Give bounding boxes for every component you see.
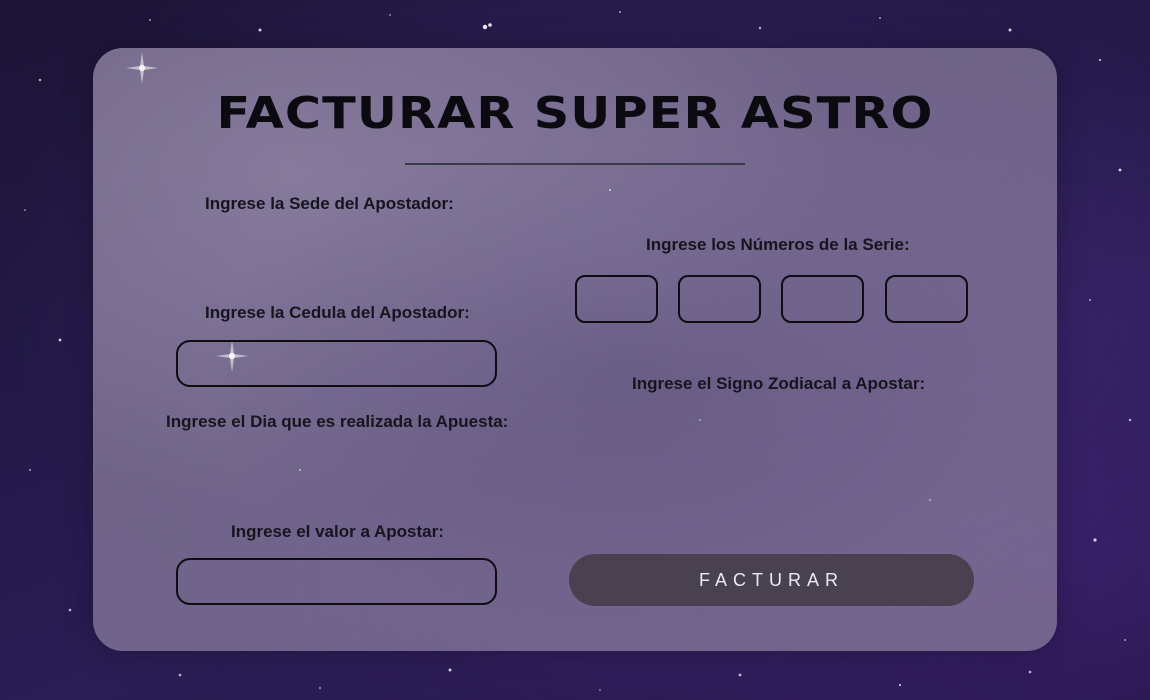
cedula-input[interactable] (176, 340, 497, 387)
valor-input[interactable] (176, 558, 497, 605)
page-title: FACTURAR SUPER ASTRO (216, 88, 934, 139)
cedula-label: Ingrese la Cedula del Apostador: (205, 303, 470, 322)
serie-digit-2-input[interactable] (678, 275, 761, 323)
title-divider (405, 163, 745, 165)
serie-digit-1-input[interactable] (575, 275, 658, 323)
valor-label: Ingrese el valor a Apostar: (231, 522, 444, 541)
facturar-button[interactable]: FACTURAR (569, 554, 974, 606)
dia-label: Ingrese el Dia que es realizada la Apues… (166, 412, 509, 431)
serie-digit-4-input[interactable] (885, 275, 968, 323)
sede-label: Ingrese la Sede del Apostador: (205, 194, 454, 213)
serie-digit-3-input[interactable] (781, 275, 864, 323)
signo-label: Ingrese el Signo Zodiacal a Apostar: (632, 374, 926, 393)
serie-label: Ingrese los Números de la Serie: (646, 235, 910, 254)
